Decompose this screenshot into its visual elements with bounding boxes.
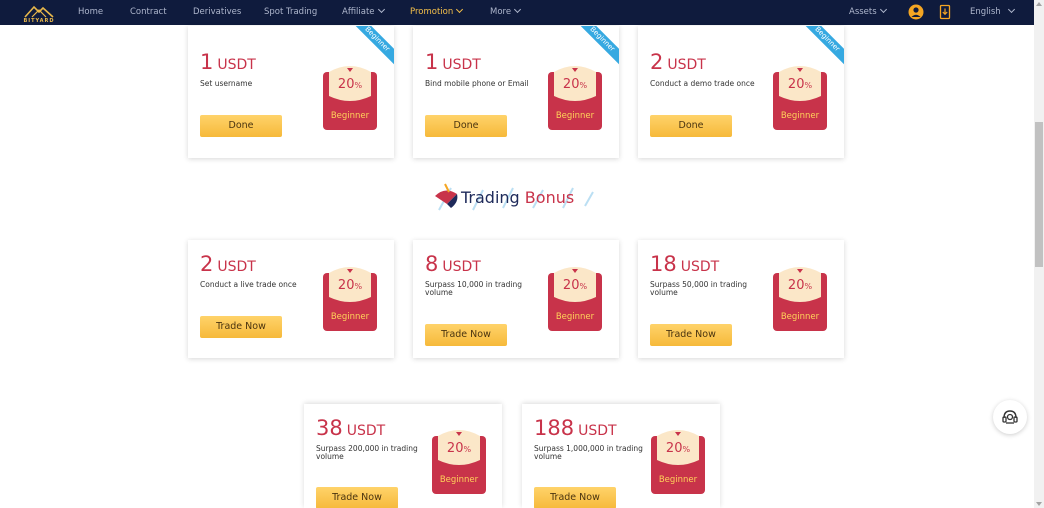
beginner-ribbon: Beginner bbox=[573, 26, 619, 69]
red-envelope-icon: 20% Beginner bbox=[773, 267, 827, 331]
bityard-logo[interactable]: BITYARD bbox=[22, 2, 56, 24]
chevron-down-icon bbox=[514, 5, 522, 14]
nav-promotion-label: Promotion bbox=[410, 7, 454, 17]
envelope-label: Beginner bbox=[658, 475, 698, 485]
nav-contract[interactable]: Contract bbox=[130, 0, 167, 25]
nav-more-label: More bbox=[490, 7, 512, 17]
envelope-label: Beginner bbox=[439, 475, 479, 485]
nav-spot-trading[interactable]: Spot Trading bbox=[264, 0, 317, 25]
scroll-down-arrow-icon[interactable] bbox=[1036, 502, 1042, 506]
red-envelope-icon: 20% Beginner bbox=[323, 267, 377, 331]
red-envelope-icon: 20% Beginner bbox=[432, 430, 486, 494]
envelope-percent: 20% bbox=[665, 441, 691, 456]
task-description: Set username bbox=[200, 79, 253, 88]
trading-card: 38 USDT Surpass 200,000 in trading volume… bbox=[304, 404, 502, 508]
task-description: Surpass 50,000 in trading volume bbox=[650, 280, 747, 297]
task-description: Surpass 1,000,000 in trading volume bbox=[534, 444, 643, 461]
task-description: Surpass 10,000 in trading volume bbox=[425, 280, 522, 297]
nav-affiliate-label: Affiliate bbox=[342, 7, 375, 17]
envelope-label: Beginner bbox=[555, 111, 595, 121]
nav-more[interactable]: More bbox=[490, 0, 522, 25]
trading-bonus-heading: Trading Bonus bbox=[433, 182, 603, 214]
envelope-percent: 20% bbox=[787, 278, 813, 293]
red-envelope-icon: 20% Beginner bbox=[651, 430, 705, 494]
headset-icon bbox=[1002, 410, 1018, 424]
task-description: Conduct a live trade once bbox=[200, 280, 297, 289]
chevron-down-icon bbox=[1007, 5, 1015, 14]
trade-now-button[interactable]: Trade Now bbox=[425, 324, 507, 346]
task-card: 1 USDT Set username Done Beginner 20% Beg… bbox=[188, 26, 394, 158]
scroll-up-arrow-icon[interactable] bbox=[1036, 2, 1042, 6]
section-title: Trading Bonus bbox=[461, 188, 575, 207]
trading-card: 188 USDT Surpass 1,000,000 in trading vol… bbox=[522, 404, 720, 508]
user-avatar-icon[interactable] bbox=[908, 4, 924, 20]
trade-now-button[interactable]: Trade Now bbox=[650, 324, 732, 346]
envelope-percent: 20% bbox=[446, 441, 472, 456]
reward-amount: 38 USDT bbox=[316, 416, 386, 440]
beginner-ribbon: Beginner bbox=[798, 26, 844, 69]
nav-promotion[interactable]: Promotion bbox=[410, 0, 464, 25]
mountain-logo-icon bbox=[24, 5, 54, 18]
red-envelope-icon: 20% Beginner bbox=[323, 66, 377, 130]
task-description: Conduct a demo trade once bbox=[650, 79, 755, 88]
reward-amount: 2 USDT bbox=[650, 50, 706, 74]
trade-now-button[interactable]: Trade Now bbox=[316, 487, 398, 508]
nav-language[interactable]: English bbox=[970, 0, 1015, 25]
nav-derivatives[interactable]: Derivatives bbox=[193, 0, 241, 25]
envelope-label: Beginner bbox=[330, 312, 370, 322]
chevron-down-icon bbox=[456, 5, 464, 14]
done-button[interactable]: Done bbox=[425, 115, 507, 137]
task-description: Bind mobile phone or Email bbox=[425, 79, 529, 88]
envelope-percent: 20% bbox=[337, 77, 363, 92]
envelope-percent: 20% bbox=[562, 77, 588, 92]
scroll-thumb[interactable] bbox=[1035, 122, 1043, 267]
nav-language-label: English bbox=[970, 7, 1001, 17]
reward-amount: 1 USDT bbox=[200, 50, 256, 74]
envelope-percent: 20% bbox=[787, 77, 813, 92]
red-envelope-icon: 20% Beginner bbox=[548, 267, 602, 331]
page-scrollbar[interactable] bbox=[1034, 0, 1044, 508]
red-envelope-icon: 20% Beginner bbox=[548, 66, 602, 130]
envelope-label: Beginner bbox=[780, 312, 820, 322]
nav-assets-label: Assets bbox=[849, 7, 877, 17]
red-envelope-icon: 20% Beginner bbox=[773, 66, 827, 130]
task-card: 2 USDT Conduct a demo trade once Done Beg… bbox=[638, 26, 844, 158]
envelope-percent: 20% bbox=[562, 278, 588, 293]
trading-card: 8 USDT Surpass 10,000 in trading volume T… bbox=[413, 240, 619, 358]
envelope-label: Beginner bbox=[330, 111, 370, 121]
reward-amount: 2 USDT bbox=[200, 252, 256, 276]
envelope-label: Beginner bbox=[780, 111, 820, 121]
reward-amount: 8 USDT bbox=[425, 252, 481, 276]
top-navbar: BITYARD Home Contract Derivatives Spot T… bbox=[0, 0, 1034, 25]
done-button[interactable]: Done bbox=[650, 115, 732, 137]
nav-assets[interactable]: Assets bbox=[849, 0, 887, 25]
trading-card: 18 USDT Surpass 50,000 in trading volume … bbox=[638, 240, 844, 358]
trade-now-button[interactable]: Trade Now bbox=[534, 487, 616, 508]
chevron-down-icon bbox=[879, 5, 887, 14]
reward-amount: 1 USDT bbox=[425, 50, 481, 74]
trade-now-button[interactable]: Trade Now bbox=[200, 316, 282, 338]
nav-home[interactable]: Home bbox=[78, 0, 103, 25]
reward-amount: 18 USDT bbox=[650, 252, 720, 276]
beginner-ribbon: Beginner bbox=[348, 26, 394, 69]
reward-amount: 188 USDT bbox=[534, 416, 617, 440]
customer-support-button[interactable] bbox=[993, 400, 1027, 434]
task-card: 1 USDT Bind mobile phone or Email Done Be… bbox=[413, 26, 619, 158]
task-description: Surpass 200,000 in trading volume bbox=[316, 444, 418, 461]
trading-card: 2 USDT Conduct a live trade once Trade No… bbox=[188, 240, 394, 358]
envelope-label: Beginner bbox=[555, 312, 595, 322]
download-app-icon[interactable] bbox=[937, 4, 953, 20]
nav-affiliate[interactable]: Affiliate bbox=[342, 0, 385, 25]
chevron-down-icon bbox=[377, 5, 385, 14]
done-button[interactable]: Done bbox=[200, 115, 282, 137]
envelope-percent: 20% bbox=[337, 278, 363, 293]
logo-text: BITYARD bbox=[23, 18, 55, 24]
